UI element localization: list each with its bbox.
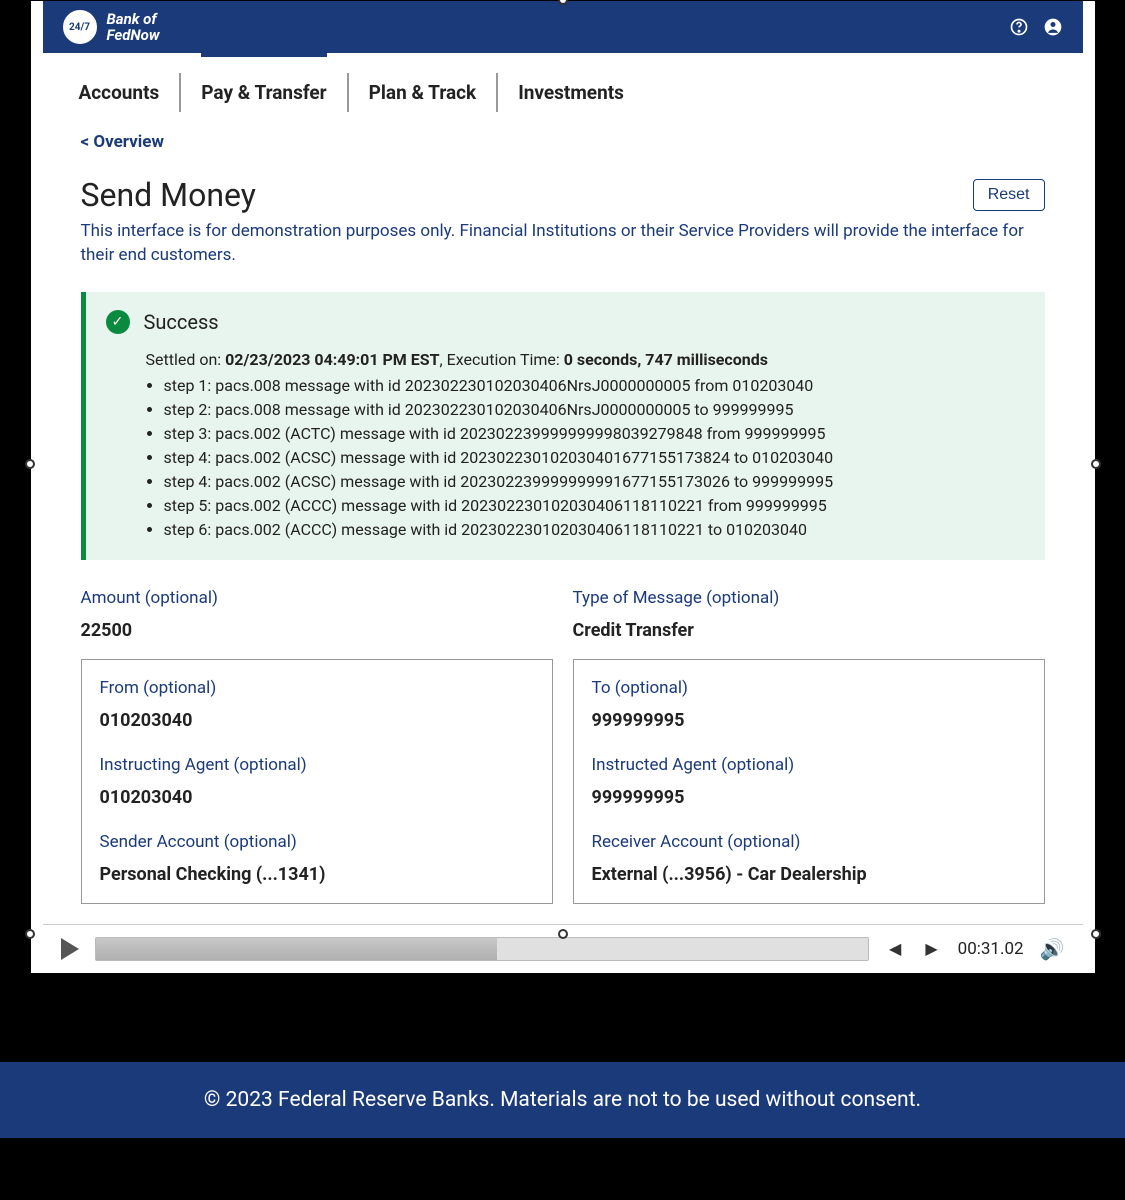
tab-pay-transfer[interactable]: Pay & Transfer (181, 73, 348, 112)
main-nav: Accounts Pay & Transfer Plan & Track Inv… (43, 53, 1083, 112)
settled-time: 02/23/2023 04:49:01 PM EST (225, 350, 439, 369)
crop-handle-icon[interactable] (25, 459, 35, 469)
to-label: To (optional) (592, 678, 1026, 698)
amount-field: Amount (optional) 22500 (81, 588, 553, 641)
step-forward-icon[interactable]: ▶ (921, 939, 941, 958)
instructing-value: 010203040 (100, 787, 534, 808)
to-value: 999999995 (592, 710, 1026, 731)
reset-button[interactable]: Reset (973, 179, 1045, 211)
check-icon: ✓ (106, 310, 130, 334)
amount-value: 22500 (81, 620, 553, 641)
success-steps-list: step 1: pacs.008 message with id 2023022… (146, 374, 1025, 542)
tab-plan-track[interactable]: Plan & Track (349, 73, 499, 112)
success-step: step 2: pacs.008 message with id 2023022… (164, 398, 1025, 422)
copyright-footer: © 2023 Federal Reserve Banks. Materials … (0, 1062, 1125, 1138)
progress-bar[interactable] (95, 937, 870, 961)
account-icon[interactable] (1043, 17, 1063, 37)
to-panel: To (optional) 999999995 Instructed Agent… (573, 659, 1045, 904)
success-step: step 1: pacs.008 message with id 2023022… (164, 374, 1025, 398)
disclaimer-text: This interface is for demonstration purp… (81, 220, 1045, 268)
exec-time: 0 seconds, 747 milliseconds (564, 350, 768, 369)
settled-line: Settled on: 02/23/2023 04:49:01 PM EST, … (146, 348, 1025, 372)
brand: 24/7 Bank of FedNow (63, 10, 160, 44)
crop-handle-icon[interactable] (558, 929, 568, 939)
success-step: step 5: pacs.002 (ACCC) message with id … (164, 494, 1025, 518)
success-step: step 3: pacs.002 (ACTC) message with id … (164, 422, 1025, 446)
instructing-label: Instructing Agent (optional) (100, 755, 534, 775)
volume-icon[interactable]: 🔊 (1040, 937, 1065, 961)
exec-prefix: , Execution Time: (440, 350, 564, 369)
success-step: step 4: pacs.002 (ACSC) message with id … (164, 446, 1025, 470)
sender-acct-value: Personal Checking (...1341) (100, 864, 534, 885)
brand-text: Bank of FedNow (107, 11, 160, 44)
success-title: Success (144, 310, 219, 334)
brand-logo-icon: 24/7 (63, 10, 97, 44)
type-label: Type of Message (optional) (573, 588, 1045, 608)
help-icon[interactable] (1009, 17, 1029, 37)
header-actions (1009, 17, 1063, 37)
app-header: 24/7 Bank of FedNow (43, 1, 1083, 53)
back-overview-link[interactable]: < Overview (81, 132, 164, 152)
brand-line2: FedNow (107, 27, 160, 44)
progress-fill (96, 938, 498, 960)
type-field: Type of Message (optional) Credit Transf… (573, 588, 1045, 641)
from-value: 010203040 (100, 710, 534, 731)
tab-accounts[interactable]: Accounts (73, 73, 182, 112)
settled-prefix: Settled on: (146, 350, 226, 369)
instructed-label: Instructed Agent (optional) (592, 755, 1026, 775)
tab-investments[interactable]: Investments (498, 73, 644, 112)
success-step: step 4: pacs.002 (ACSC) message with id … (164, 470, 1025, 494)
crop-handle-icon[interactable] (25, 929, 35, 939)
sender-acct-label: Sender Account (optional) (100, 832, 534, 852)
receiver-acct-label: Receiver Account (optional) (592, 832, 1026, 852)
type-value: Credit Transfer (573, 620, 1045, 641)
crop-handle-icon[interactable] (1091, 459, 1101, 469)
time-display: 00:31.02 (958, 939, 1024, 959)
success-alert: ✓ Success Settled on: 02/23/2023 04:49:0… (81, 292, 1045, 560)
instructed-value: 999999995 (592, 787, 1026, 808)
amount-label: Amount (optional) (81, 588, 553, 608)
page-title: Send Money (81, 176, 256, 214)
play-icon[interactable] (61, 938, 79, 960)
step-back-icon[interactable]: ◀ (885, 939, 905, 958)
receiver-acct-value: External (...3956) - Car Dealership (592, 864, 1026, 885)
brand-line1: Bank of (107, 11, 160, 28)
success-step: step 6: pacs.002 (ACCC) message with id … (164, 518, 1025, 542)
crop-handle-icon[interactable] (1091, 929, 1101, 939)
from-label: From (optional) (100, 678, 534, 698)
from-panel: From (optional) 010203040 Instructing Ag… (81, 659, 553, 904)
